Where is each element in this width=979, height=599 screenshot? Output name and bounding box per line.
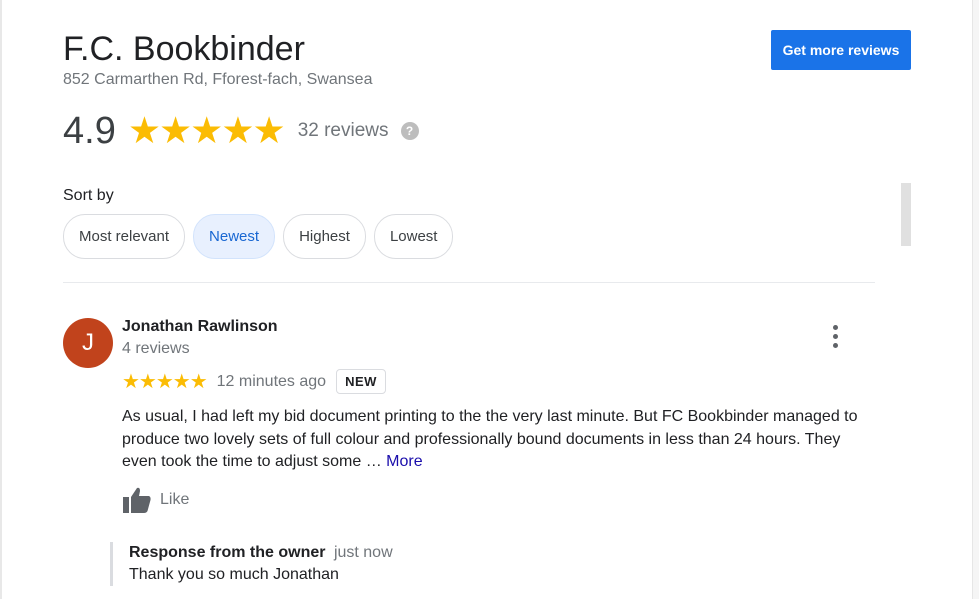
new-badge: NEW [336, 369, 386, 394]
review-count: 32 reviews [297, 120, 389, 141]
dot [832, 342, 838, 348]
sort-highest[interactable]: Highest [283, 214, 366, 259]
reviewer-name[interactable]: Jonathan Rawlinson [122, 318, 278, 336]
business-address: 852 Carmarthen Rd, Fforest-fach, Swansea [63, 71, 373, 88]
owner-response: Response from the owner just now Thank y… [110, 542, 393, 586]
sort-newest[interactable]: Newest [193, 214, 276, 259]
sort-options: Most relevant Newest Highest Lowest [63, 214, 461, 259]
business-name: F.C. Bookbinder [63, 30, 305, 68]
more-vert-icon[interactable] [822, 322, 848, 350]
sort-lowest[interactable]: Lowest [373, 214, 454, 259]
owner-response-header: Response from the owner just now [129, 542, 393, 564]
review-stars: ★★★★★ [122, 371, 208, 393]
thumbs-up-icon [123, 487, 151, 513]
sort-most-relevant[interactable]: Most relevant [63, 214, 186, 259]
scrollbar-thumb[interactable] [901, 183, 911, 246]
rating-score: 4.9 [63, 109, 116, 152]
reviewer-review-count: 4 reviews [122, 340, 190, 357]
divider [63, 282, 875, 283]
get-more-reviews-button[interactable]: Get more reviews [771, 30, 911, 70]
right-edge [972, 0, 979, 599]
left-edge [0, 0, 2, 599]
owner-response-time: just now [333, 544, 393, 561]
rating-stars: ★★★★★ [127, 110, 286, 151]
like-button[interactable]: Like [122, 486, 189, 514]
owner-response-title: Response from the owner [129, 544, 326, 561]
review-body: As usual, I had left my bid document pri… [122, 408, 858, 470]
help-icon[interactable]: ? [400, 122, 419, 140]
dot [832, 324, 838, 330]
dot [832, 333, 838, 339]
avatar[interactable]: J [63, 318, 113, 368]
rating-summary: 4.9 ★★★★★ 32 reviews ? [63, 106, 419, 156]
review-meta: ★★★★★ 12 minutes ago NEW [122, 369, 386, 394]
like-label: Like [160, 491, 190, 508]
sort-label: Sort by [63, 187, 114, 204]
more-link[interactable]: More [386, 453, 422, 470]
owner-response-text: Thank you so much Jonathan [129, 566, 339, 583]
review-time: 12 minutes ago [216, 372, 327, 390]
review-text: As usual, I had left my bid document pri… [122, 406, 878, 474]
